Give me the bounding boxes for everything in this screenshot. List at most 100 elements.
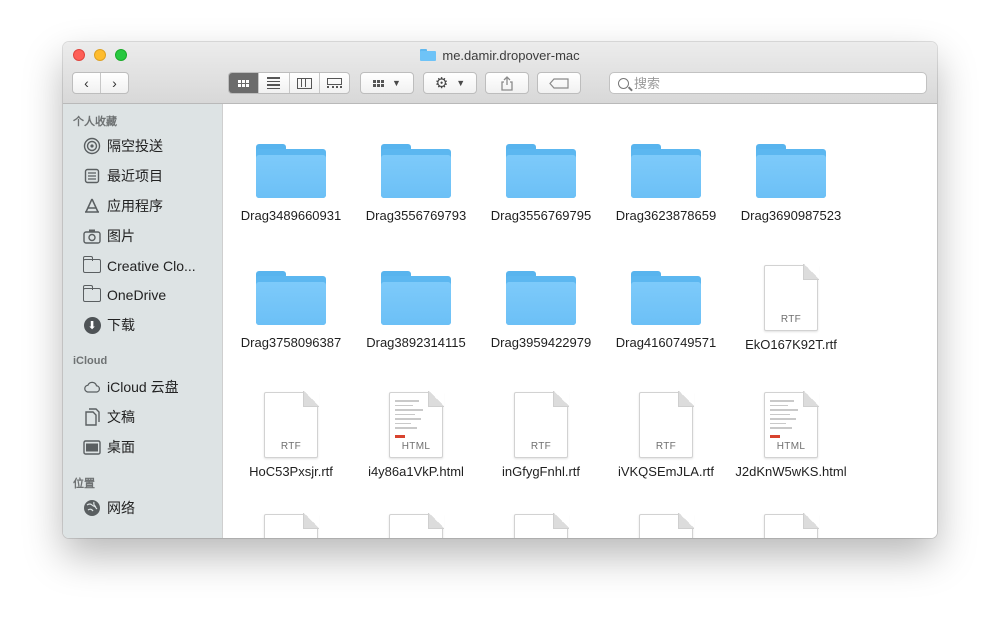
sidebar-item-label: Creative Clo... bbox=[107, 258, 196, 274]
sidebar-item-label: 下载 bbox=[107, 317, 135, 333]
chevron-down-icon: ▼ bbox=[456, 78, 466, 88]
toolbar: me.damir.dropover-mac ‹ › ▼ ⚙ ▼ 搜索 bbox=[63, 42, 937, 104]
file-item[interactable]: Drag3959422979 bbox=[479, 271, 603, 351]
share-icon bbox=[501, 75, 513, 91]
finder-window: me.damir.dropover-mac ‹ › ▼ ⚙ ▼ 搜索 个人收藏 … bbox=[63, 42, 937, 538]
list-view-button[interactable] bbox=[258, 73, 288, 93]
sidebar-item-network[interactable]: 网络 bbox=[83, 497, 135, 519]
file-item[interactable]: RTF HoC53Pxsjr.rtf bbox=[229, 391, 353, 480]
column-view-button[interactable] bbox=[288, 73, 319, 93]
column-view-icon bbox=[296, 77, 312, 89]
rtf-document-icon: RTF bbox=[264, 391, 319, 458]
file-item[interactable]: HTML J2dKnW5wKS.html bbox=[729, 391, 853, 480]
action-button[interactable]: ⚙ ▼ bbox=[423, 72, 477, 94]
file-name: J2dKnW5wKS.html bbox=[735, 464, 847, 479]
file-name: Drag4160749571 bbox=[615, 335, 717, 350]
file-item[interactable]: Drag3623878659 bbox=[604, 144, 728, 224]
html-document-icon: HTML bbox=[764, 391, 819, 458]
sidebar-section-locations: 位置 bbox=[73, 478, 95, 490]
file-item-partial[interactable] bbox=[729, 513, 853, 538]
folder-icon bbox=[82, 285, 101, 304]
document-icon bbox=[514, 513, 569, 538]
folder-icon bbox=[756, 144, 826, 200]
search-input[interactable] bbox=[634, 75, 914, 91]
file-item[interactable]: Drag3489660931 bbox=[229, 144, 353, 224]
folder-icon bbox=[82, 256, 101, 275]
sidebar-section-icloud: iCloud bbox=[73, 355, 108, 367]
document-icon bbox=[764, 513, 819, 538]
file-name: Drag3556769795 bbox=[490, 208, 592, 223]
sidebar-item-documents[interactable]: 文稿 bbox=[83, 406, 135, 428]
folder-icon bbox=[381, 271, 451, 327]
file-item[interactable]: Drag3758096387 bbox=[229, 271, 353, 351]
rtf-document-icon: RTF bbox=[639, 391, 694, 458]
file-name: Drag3489660931 bbox=[240, 208, 342, 223]
file-item-partial[interactable] bbox=[354, 513, 478, 538]
icon-view-button[interactable] bbox=[229, 73, 259, 93]
file-item[interactable]: RTF iVKQSEmJLA.rtf bbox=[604, 391, 728, 480]
chevron-down-icon: ▼ bbox=[392, 78, 401, 88]
file-item[interactable]: RTF EkO167K92T.rtf bbox=[729, 264, 853, 353]
file-grid: Drag3489660931 Drag3556769793 Drag355676… bbox=[224, 104, 937, 538]
sidebar-item-airdrop[interactable]: 隔空投送 bbox=[83, 135, 163, 157]
folder-icon bbox=[420, 49, 437, 61]
list-view-icon bbox=[267, 77, 281, 89]
tags-button[interactable] bbox=[537, 72, 581, 94]
gallery-view-icon bbox=[326, 77, 342, 89]
file-item[interactable]: Drag3690987523 bbox=[729, 144, 853, 224]
file-item[interactable]: Drag4160749571 bbox=[604, 271, 728, 351]
file-name: Drag3892314115 bbox=[366, 335, 466, 350]
rtf-document-icon: RTF bbox=[764, 264, 819, 331]
folder-icon bbox=[381, 144, 451, 200]
file-name: i4y86a1VkP.html bbox=[368, 464, 464, 479]
sidebar-item-label: 文稿 bbox=[107, 409, 135, 425]
chevron-left-icon: ‹ bbox=[84, 75, 89, 91]
share-button[interactable] bbox=[485, 72, 529, 94]
sidebar-item-downloads[interactable]: ⬇ 下载 bbox=[83, 314, 135, 336]
camera-icon bbox=[83, 227, 101, 245]
airdrop-icon bbox=[83, 137, 101, 155]
file-item-partial[interactable] bbox=[479, 513, 603, 538]
sidebar-item-recents[interactable]: 最近项目 bbox=[83, 165, 163, 187]
sidebar-item-icloud-drive[interactable]: iCloud 云盘 bbox=[83, 376, 179, 398]
window-title-text: me.damir.dropover-mac bbox=[442, 47, 580, 63]
file-item[interactable]: HTML i4y86a1VkP.html bbox=[354, 391, 478, 480]
file-item[interactable]: RTF inGfygFnhl.rtf bbox=[479, 391, 603, 480]
cloud-icon bbox=[83, 378, 101, 396]
sidebar-item-label: iCloud 云盘 bbox=[107, 379, 179, 395]
rtf-document-icon: RTF bbox=[514, 391, 569, 458]
sidebar-item-onedrive[interactable]: OneDrive bbox=[82, 284, 167, 306]
sidebar-item-creative-cloud[interactable]: Creative Clo... bbox=[82, 255, 196, 277]
sidebar-item-label: OneDrive bbox=[107, 287, 167, 303]
download-icon: ⬇ bbox=[83, 316, 101, 334]
document-icon bbox=[264, 513, 319, 538]
file-item[interactable]: Drag3556769793 bbox=[354, 144, 478, 224]
search-field[interactable] bbox=[609, 72, 927, 94]
file-item-partial[interactable] bbox=[229, 513, 353, 538]
sidebar-item-label: 隔空投送 bbox=[107, 138, 163, 154]
sidebar-item-desktop[interactable]: 桌面 bbox=[83, 436, 135, 458]
file-name: HoC53Pxsjr.rtf bbox=[249, 464, 333, 479]
sidebar-item-applications[interactable]: 应用程序 bbox=[83, 195, 163, 217]
gear-icon: ⚙ bbox=[434, 75, 449, 92]
sidebar-item-label: 桌面 bbox=[107, 439, 135, 455]
file-item[interactable]: Drag3556769795 bbox=[479, 144, 603, 224]
back-button[interactable]: ‹ bbox=[73, 73, 100, 93]
group-by-button[interactable]: ▼ bbox=[360, 72, 414, 94]
window-title: me.damir.dropover-mac bbox=[63, 46, 937, 64]
sidebar-item-label: 最近项目 bbox=[107, 168, 163, 184]
gallery-view-button[interactable] bbox=[318, 73, 349, 93]
chevron-right-icon: › bbox=[112, 75, 117, 91]
forward-button[interactable]: › bbox=[100, 73, 128, 93]
file-item[interactable]: Drag3892314115 bbox=[354, 271, 478, 351]
recents-icon bbox=[83, 167, 101, 185]
network-icon bbox=[83, 499, 101, 517]
folder-icon bbox=[631, 271, 701, 327]
sidebar-item-pictures[interactable]: 图片 bbox=[83, 225, 135, 247]
sidebar-section-favorites: 个人收藏 bbox=[73, 116, 117, 128]
group-icon bbox=[373, 79, 385, 87]
file-name: Drag3623878659 bbox=[615, 208, 717, 223]
folder-icon bbox=[256, 144, 326, 200]
file-item-partial[interactable] bbox=[604, 513, 728, 538]
applications-icon bbox=[83, 197, 101, 215]
